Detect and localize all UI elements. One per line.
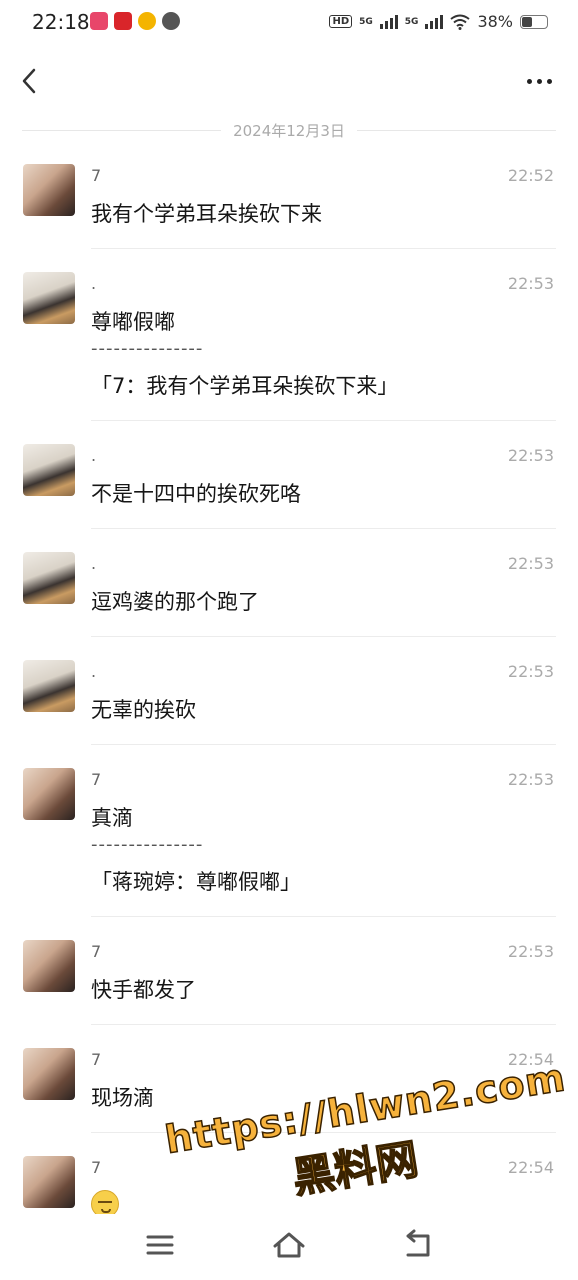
- message-text: 逗鸡婆的那个跑了: [91, 590, 259, 614]
- quoted-message[interactable]: 「7：我有个学弟耳朵挨砍下来」: [91, 370, 398, 400]
- message-divider: [91, 744, 556, 745]
- notification-icons: [90, 12, 180, 30]
- back-icon[interactable]: [16, 64, 46, 98]
- message-time: 22:52: [507, 166, 554, 185]
- message-divider: [91, 636, 556, 637]
- message-time: 22:53: [507, 770, 554, 789]
- quoted-message[interactable]: 「蒋琬婷：尊嘟假嘟」: [91, 866, 301, 896]
- message-text: 尊嘟假嘟: [91, 310, 175, 334]
- header-bar: [0, 56, 578, 106]
- message-divider: [91, 248, 556, 249]
- message-text: 真滴: [91, 806, 133, 830]
- network-label-1: 5G: [359, 16, 373, 27]
- battery-fill: [522, 16, 532, 27]
- message-text: 我有个学弟耳朵挨砍下来: [91, 202, 322, 226]
- avatar[interactable]: [23, 768, 75, 820]
- message-time: 22:53: [507, 662, 554, 681]
- message-time: 22:53: [507, 446, 554, 465]
- message-time: 22:53: [507, 554, 554, 573]
- sender-name: .: [91, 662, 97, 681]
- status-bar: 22:18 HD 5G 5G 38%: [0, 0, 578, 46]
- sender-name: 7: [91, 942, 102, 961]
- message-text: 无辜的挨砍: [91, 698, 196, 722]
- message-divider: [91, 916, 556, 917]
- avatar[interactable]: [23, 164, 75, 216]
- message-text: 快手都发了: [91, 978, 196, 1002]
- return-icon[interactable]: [398, 1228, 438, 1262]
- battery-icon: [520, 14, 548, 29]
- sender-name: .: [91, 554, 97, 573]
- message-text: 不是十四中的挨砍死咯: [91, 482, 301, 506]
- avatar[interactable]: [23, 552, 75, 604]
- sender-name: .: [91, 446, 97, 465]
- home-icon[interactable]: [269, 1228, 309, 1262]
- message-divider: [91, 528, 556, 529]
- signal-icon: [379, 14, 398, 29]
- more-options-button[interactable]: [522, 70, 556, 92]
- quote-separator: ---------------: [91, 834, 204, 855]
- avatar[interactable]: [23, 1048, 75, 1100]
- menu-icon[interactable]: [140, 1228, 180, 1262]
- message-time: 22:53: [507, 274, 554, 293]
- system-nav-bar: [0, 1214, 578, 1280]
- wifi-icon: [450, 14, 471, 30]
- sender-name: 7: [91, 1158, 102, 1177]
- sender-name: 7: [91, 1050, 102, 1069]
- chat-bubble-icon: [162, 12, 180, 30]
- network-label-2: 5G: [404, 16, 419, 27]
- avatar[interactable]: [23, 272, 75, 324]
- avatar[interactable]: [23, 940, 75, 992]
- message-time: 22:53: [507, 942, 554, 961]
- avatar[interactable]: [23, 660, 75, 712]
- dot-icon: [536, 78, 542, 84]
- hd-icon: HD: [329, 15, 353, 28]
- status-time: 22:18: [32, 10, 90, 34]
- weibo-icon: [138, 12, 156, 30]
- message-text: 现场滴: [91, 1086, 154, 1110]
- sender-name: .: [91, 274, 97, 293]
- date-label: 2024年12月3日: [221, 122, 357, 140]
- sender-name: 7: [91, 166, 102, 185]
- sender-name: 7: [91, 770, 102, 789]
- quote-separator: ---------------: [91, 338, 204, 359]
- date-separator: 2024年12月3日: [22, 120, 556, 140]
- battery-percent: 38%: [477, 12, 513, 31]
- avatar[interactable]: [23, 1156, 75, 1208]
- message-divider: [91, 420, 556, 421]
- dot-icon: [546, 78, 552, 84]
- tmall-icon: [114, 12, 132, 30]
- message-divider: [91, 1024, 556, 1025]
- app-notification-icon: [90, 12, 108, 30]
- dot-icon: [526, 78, 532, 84]
- avatar[interactable]: [23, 444, 75, 496]
- status-indicators: HD 5G 5G 38%: [329, 12, 548, 31]
- signal-icon-2: [425, 14, 444, 29]
